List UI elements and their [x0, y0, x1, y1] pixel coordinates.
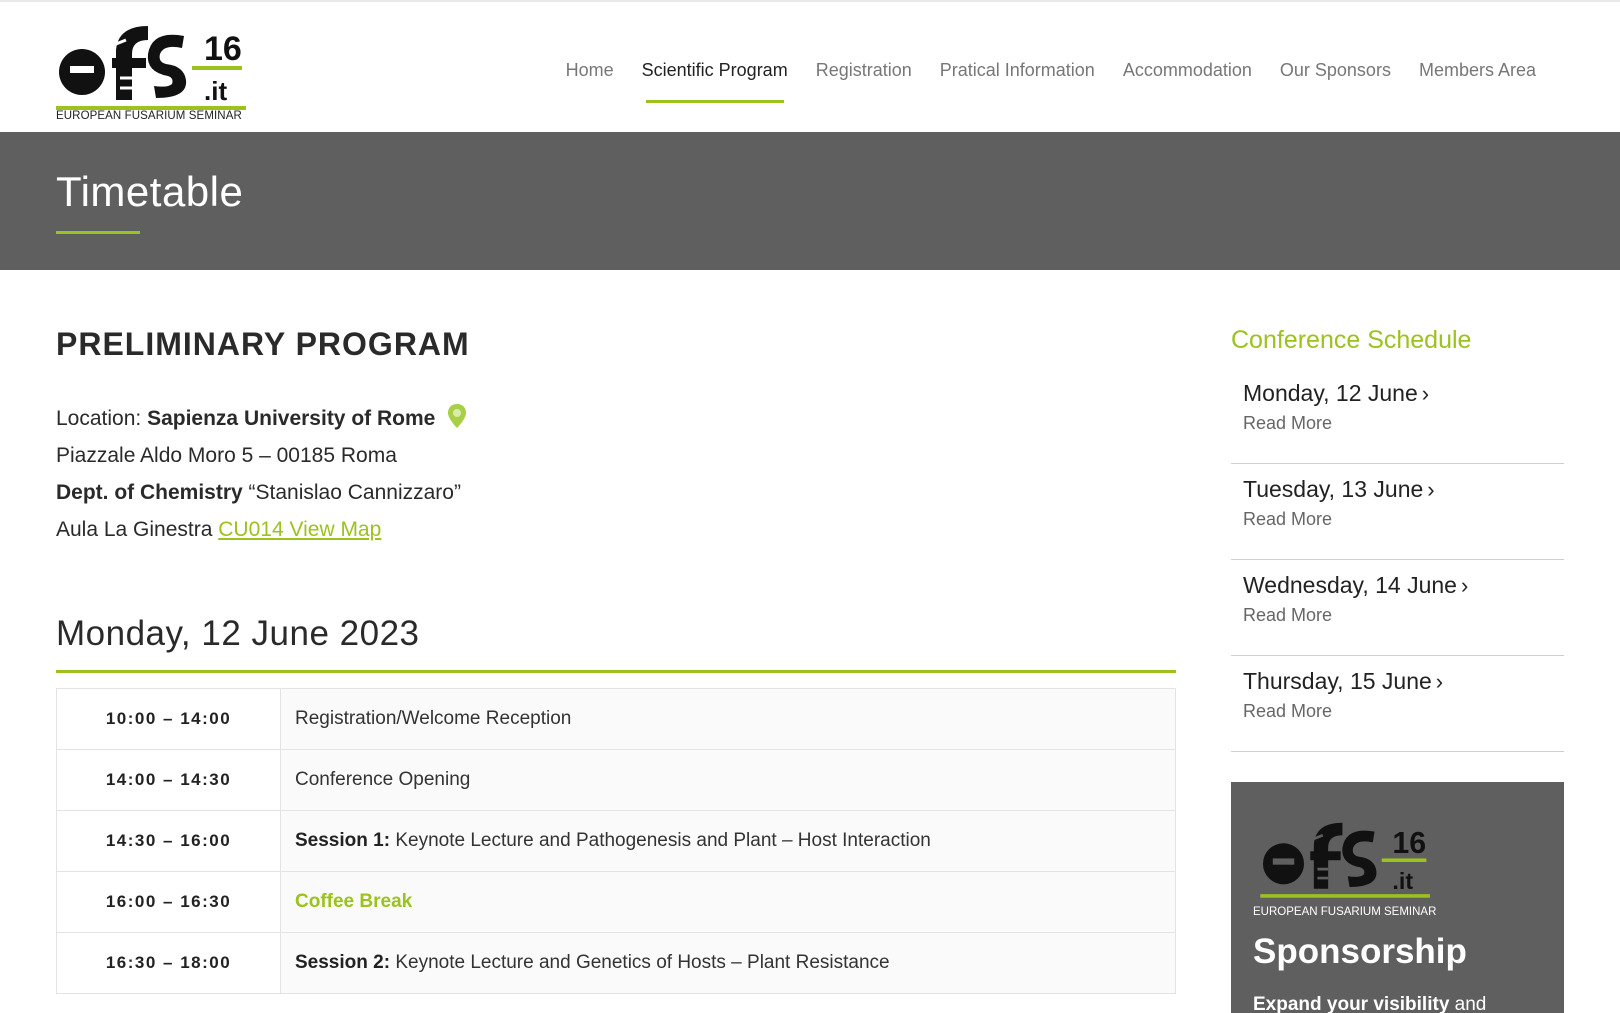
time-cell: 14:00 – 14:30 — [56, 749, 281, 811]
schedule-day: Wednesday, 14 June › — [1243, 572, 1564, 599]
schedule-day-label: Wednesday, 14 June — [1243, 572, 1457, 598]
schedule-item-monday[interactable]: Monday, 12 June › Read More — [1231, 368, 1564, 464]
event-cell: Registration/Welcome Reception — [280, 688, 1176, 750]
chevron-right-icon: › — [1460, 573, 1469, 598]
session-label: Session 2: — [295, 952, 391, 973]
sponsorship-text: Expand your visibility and — [1253, 994, 1486, 1013]
read-more-link[interactable]: Read More — [1243, 413, 1564, 434]
time-cell: 16:30 – 18:00 — [56, 932, 281, 994]
svg-text:16: 16 — [204, 30, 242, 68]
schedule-day: Monday, 12 June › — [1243, 380, 1564, 407]
table-row: 14:00 – 14:30 Conference Opening — [56, 749, 1176, 811]
room-label: Aula La Ginestra — [56, 518, 219, 541]
chevron-right-icon: › — [1435, 669, 1444, 694]
event-cell: Conference Opening — [280, 749, 1176, 811]
nav-registration[interactable]: Registration — [802, 60, 926, 81]
location-line: Location: Sapienza University of Rome — [56, 400, 467, 437]
nav-our-sponsors[interactable]: Our Sponsors — [1266, 60, 1405, 81]
session-label: Session 1: — [295, 830, 391, 851]
day-heading-rule — [56, 670, 1176, 673]
chevron-right-icon: › — [1427, 477, 1435, 502]
location-name: Sapienza University of Rome — [147, 407, 436, 430]
schedule-heading: Conference Schedule — [1231, 326, 1472, 354]
time-cell: 14:30 – 16:00 — [56, 810, 281, 872]
table-row: 16:30 – 18:00 Session 2: Keynote Lecture… — [56, 932, 1176, 994]
main-nav: Home Scientific Program Registration Pra… — [552, 60, 1550, 103]
department-subtitle: “Stanislao Cannizzaro” — [242, 481, 461, 504]
schedule-item-thursday[interactable]: Thursday, 15 June › Read More — [1231, 656, 1564, 752]
nav-scientific-program[interactable]: Scientific Program — [628, 60, 802, 103]
logo-caption: EUROPEAN FUSARIUM SEMINAR — [56, 110, 242, 122]
location-label: Location: — [56, 407, 148, 430]
location-block: Location: Sapienza University of Rome Pi… — [56, 400, 467, 548]
event-cell: Session 1: Keynote Lecture and Pathogene… — [280, 810, 1176, 872]
program-heading: PRELIMINARY PROGRAM — [56, 326, 470, 362]
schedule-item-wednesday[interactable]: Wednesday, 14 June › Read More — [1231, 560, 1564, 656]
session-text: Keynote Lecture and Pathogenesis and Pla… — [390, 830, 931, 851]
nav-accommodation[interactable]: Accommodation — [1109, 60, 1266, 81]
department-name: Dept. of Chemistry — [56, 481, 243, 504]
sponsorship-card[interactable]: 16 .it EUROPEAN FUSARIUM SEMINAR Sponsor… — [1231, 782, 1564, 1013]
view-map-link[interactable]: CU014 View Map — [218, 518, 381, 541]
nav-home[interactable]: Home — [552, 60, 628, 81]
time-cell: 16:00 – 16:30 — [56, 871, 281, 933]
map-pin-icon[interactable] — [447, 403, 467, 429]
sponsor-logo-caption: EUROPEAN FUSARIUM SEMINAR — [1253, 906, 1437, 918]
page-title: Timetable — [56, 168, 244, 215]
day-heading: Monday, 12 June 2023 — [56, 614, 420, 653]
sponsorship-heading: Sponsorship — [1253, 932, 1467, 971]
site-header: 16 .it EUROPEAN FUSARIUM SEMINAR Home Sc… — [0, 0, 1620, 132]
svg-text:.it: .it — [204, 76, 227, 106]
nav-members-area[interactable]: Members Area — [1405, 60, 1550, 81]
schedule-day-label: Tuesday, 13 June — [1243, 476, 1424, 502]
chevron-right-icon: › — [1421, 381, 1430, 406]
read-more-link[interactable]: Read More — [1243, 701, 1564, 722]
efs-logo: 16 .it — [1260, 822, 1430, 898]
coffee-break-label: Coffee Break — [295, 891, 413, 912]
table-row: 16:00 – 16:30 Coffee Break — [56, 871, 1176, 933]
schedule-day-label: Monday, 12 June — [1243, 380, 1418, 406]
svg-text:.it: .it — [1392, 868, 1413, 894]
svg-text:16: 16 — [1392, 827, 1426, 860]
address-line: Piazzale Aldo Moro 5 – 00185 Roma — [56, 444, 397, 467]
table-row: 14:30 – 16:00 Session 1: Keynote Lecture… — [56, 810, 1176, 872]
nav-pratical-information[interactable]: Pratical Information — [926, 60, 1109, 81]
timetable: 10:00 – 14:00 Registration/Welcome Recep… — [56, 688, 1176, 994]
room-line: Aula La Ginestra CU014 View Map — [56, 511, 467, 548]
sponsorship-text-bold: Expand your visibility — [1253, 994, 1450, 1013]
event-cell: Coffee Break — [280, 871, 1176, 933]
schedule-day-label: Thursday, 15 June — [1243, 668, 1432, 694]
event-cell: Session 2: Keynote Lecture and Genetics … — [280, 932, 1176, 994]
schedule-item-tuesday[interactable]: Tuesday, 13 June › Read More — [1231, 464, 1564, 560]
table-row: 10:00 – 14:00 Registration/Welcome Recep… — [56, 688, 1176, 750]
schedule-day: Tuesday, 13 June › — [1243, 476, 1564, 503]
sponsorship-text-rest: and — [1449, 994, 1487, 1013]
time-cell: 10:00 – 14:00 — [56, 688, 281, 750]
title-underline — [56, 231, 140, 234]
read-more-link[interactable]: Read More — [1243, 605, 1564, 626]
department-line: Dept. of Chemistry “Stanislao Cannizzaro… — [56, 474, 467, 511]
page-title-band: Timetable — [0, 132, 1620, 270]
schedule-list: Monday, 12 June › Read More Tuesday, 13 J… — [1231, 368, 1564, 752]
schedule-day: Thursday, 15 June › — [1243, 668, 1564, 695]
session-text: Keynote Lecture and Genetics of Hosts – … — [390, 952, 890, 973]
read-more-link[interactable]: Read More — [1243, 509, 1564, 530]
